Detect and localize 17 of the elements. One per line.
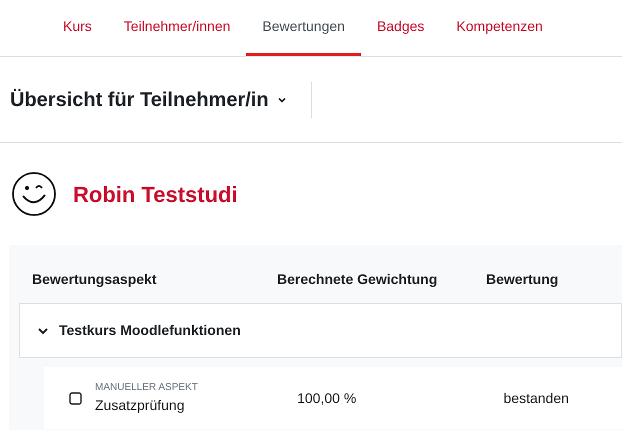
nav-tab[interactable]: Teilnehmer/innen: [108, 0, 246, 56]
nav-tab[interactable]: Kompetenzen: [440, 0, 559, 56]
report-selector[interactable]: Übersicht für Teilnehmer/in: [10, 82, 312, 118]
item-type: MANUELLER ASPEKT: [95, 381, 198, 395]
column-header: Berechnete Gewichtung: [277, 270, 438, 286]
avatar-icon: [11, 171, 57, 217]
nav-tab[interactable]: Kurs: [47, 0, 108, 56]
square-icon: [69, 392, 82, 404]
column-header: Bewertungsaspekt: [32, 270, 156, 286]
category-name: Testkurs Moodlefunktionen: [59, 321, 241, 340]
table-cell-text: 100,00 %: [297, 388, 358, 408]
user-name[interactable]: Robin Teststudi: [73, 178, 238, 210]
table-cell-text: bestanden: [504, 388, 570, 408]
item-name[interactable]: Zusatzprüfung: [95, 395, 198, 416]
nav-tab[interactable]: Bewertungen: [246, 0, 361, 56]
nav-tab[interactable]: Badges: [360, 0, 440, 56]
column-header: Bewertung: [486, 270, 558, 286]
